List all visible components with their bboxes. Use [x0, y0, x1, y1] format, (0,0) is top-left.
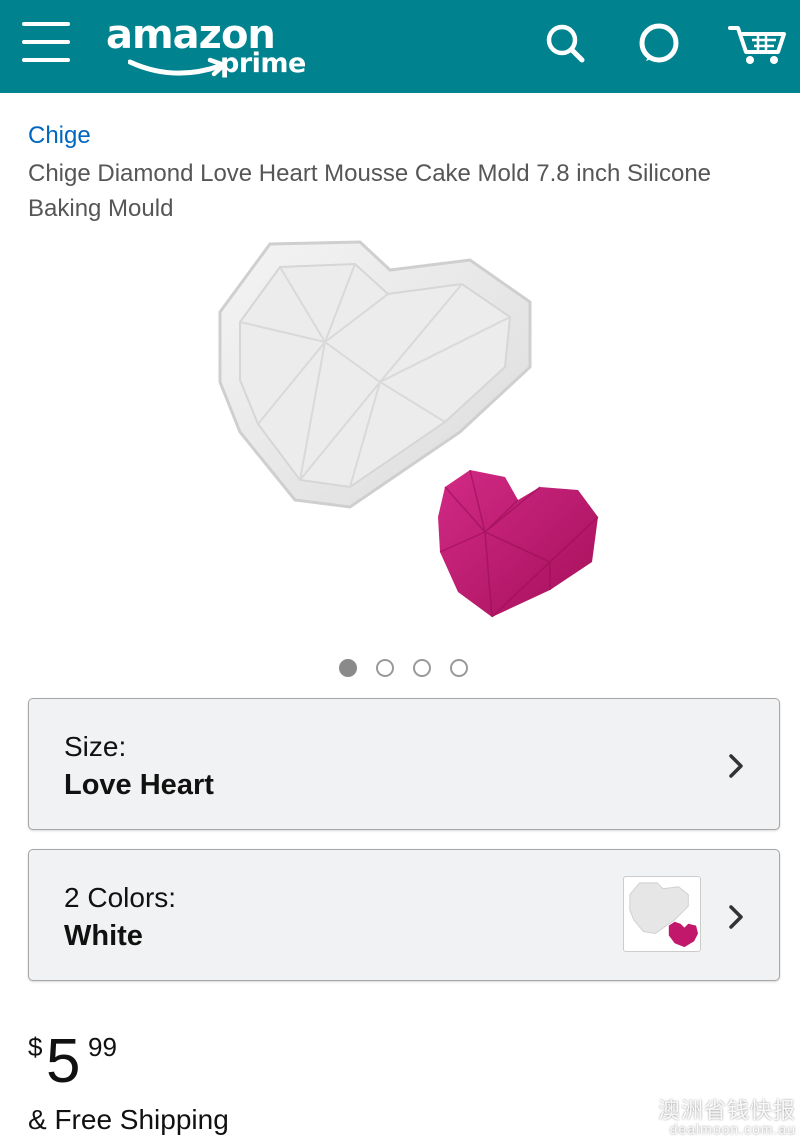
menu-icon-line [22, 22, 70, 26]
cart-icon[interactable] [726, 18, 790, 68]
price-whole: 5 [46, 1027, 81, 1096]
color-swatch-thumbnail[interactable] [623, 876, 701, 952]
size-label: Size: [64, 731, 127, 762]
menu-icon[interactable] [22, 20, 72, 64]
carousel-dot[interactable] [376, 659, 394, 677]
logo-prime: prime [220, 48, 306, 79]
watermark: 澳洲省钱快报 dealmoon.com.au [652, 1093, 800, 1143]
color-selector[interactable]: 2 Colors: White [28, 849, 780, 981]
search-icon[interactable] [541, 18, 591, 68]
amazon-prime-logo[interactable]: amazon prime [106, 10, 306, 86]
top-navigation-bar: amazon prime [0, 0, 800, 93]
product-image[interactable] [200, 232, 620, 632]
carousel-dot[interactable] [413, 659, 431, 677]
size-value: Love Heart [64, 769, 214, 801]
menu-icon-line [22, 40, 70, 44]
product-title: Chige Diamond Love Heart Mousse Cake Mol… [28, 160, 712, 222]
price-currency: $ [28, 1032, 43, 1062]
color-value: White [64, 920, 143, 952]
color-label: 2 Colors: [64, 882, 177, 913]
price-fraction: 99 [88, 1032, 117, 1062]
shipping-info: & Free Shipping [28, 1104, 229, 1135]
image-carousel-dots [339, 659, 479, 679]
alexa-icon[interactable] [634, 18, 684, 68]
amazon-smile-icon [128, 57, 227, 77]
watermark-text-en: dealmoon.com.au [669, 1121, 796, 1137]
brand-link[interactable]: Chige [28, 122, 91, 150]
menu-icon-line [22, 58, 70, 62]
chevron-right-icon [729, 754, 743, 778]
chevron-right-icon [729, 905, 743, 929]
size-selector[interactable]: Size: Love Heart [28, 698, 780, 830]
carousel-dot[interactable] [450, 659, 468, 677]
carousel-dot[interactable] [339, 659, 357, 677]
